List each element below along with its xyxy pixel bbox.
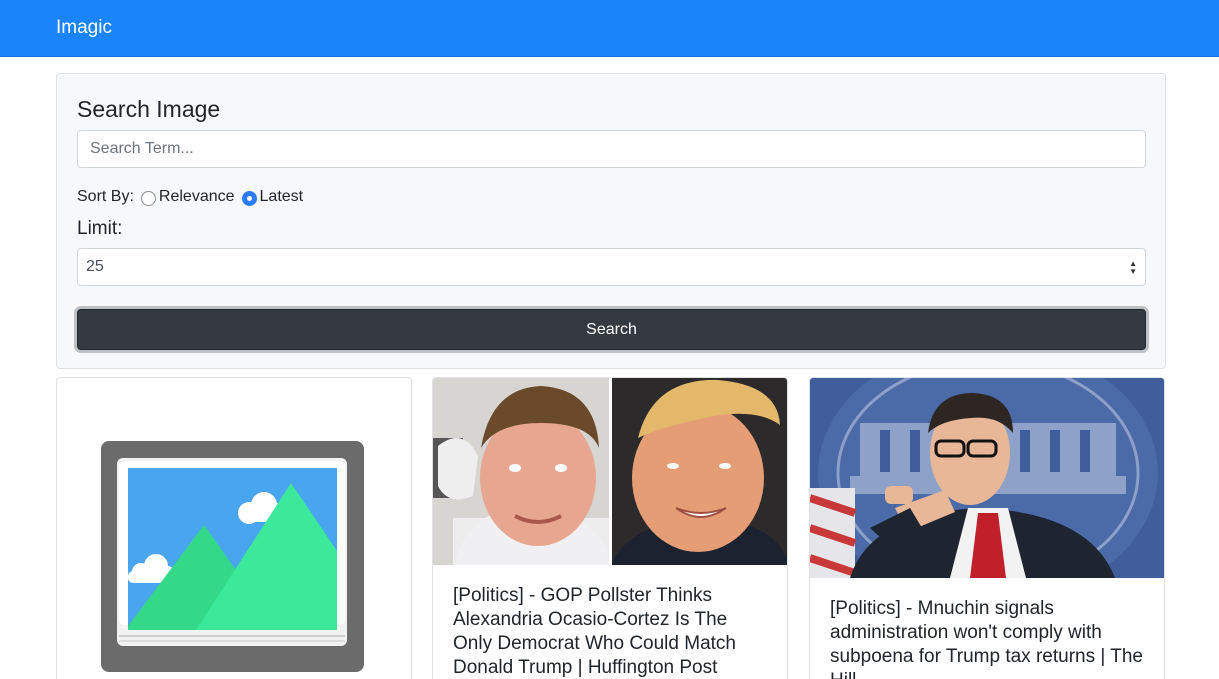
limit-label: Limit: — [77, 218, 123, 239]
relevance-radio[interactable] — [140, 190, 156, 206]
result-card[interactable]: [Politics] - Mnuchin signals administrat… — [809, 377, 1165, 679]
search-term-input[interactable] — [77, 130, 1146, 168]
white-house-briefing-photo — [810, 378, 1164, 578]
select-arrows-icon: ▲ ▼ — [1129, 259, 1137, 276]
result-title[interactable]: [Politics] - GOP Pollster Thinks Alexand… — [453, 584, 771, 679]
navbar: Imagic — [0, 0, 1219, 57]
search-button[interactable]: Search — [77, 309, 1146, 350]
result-card[interactable]: [Politics] - GOP Pollster Thinks Alexand… — [432, 377, 788, 679]
relevance-label[interactable]: Relevance — [159, 188, 235, 206]
limit-select[interactable]: 25 ▲ ▼ — [77, 248, 1146, 286]
latest-radio[interactable] — [241, 190, 257, 206]
limit-value: 25 — [86, 258, 104, 275]
result-card[interactable] — [56, 377, 412, 679]
two-men-photo — [433, 378, 787, 565]
sort-by-label: Sort By: — [77, 188, 134, 205]
search-panel: Search Image Sort By: Relevance Latest L… — [56, 73, 1166, 369]
latest-label[interactable]: Latest — [260, 188, 304, 206]
brand-link[interactable]: Imagic — [56, 17, 112, 39]
result-title[interactable]: [Politics] - Mnuchin signals administrat… — [830, 597, 1148, 679]
search-panel-title: Search Image — [77, 96, 221, 122]
sort-by-group: Sort By: Relevance Latest — [77, 187, 303, 207]
placeholder-image-icon — [101, 441, 364, 672]
